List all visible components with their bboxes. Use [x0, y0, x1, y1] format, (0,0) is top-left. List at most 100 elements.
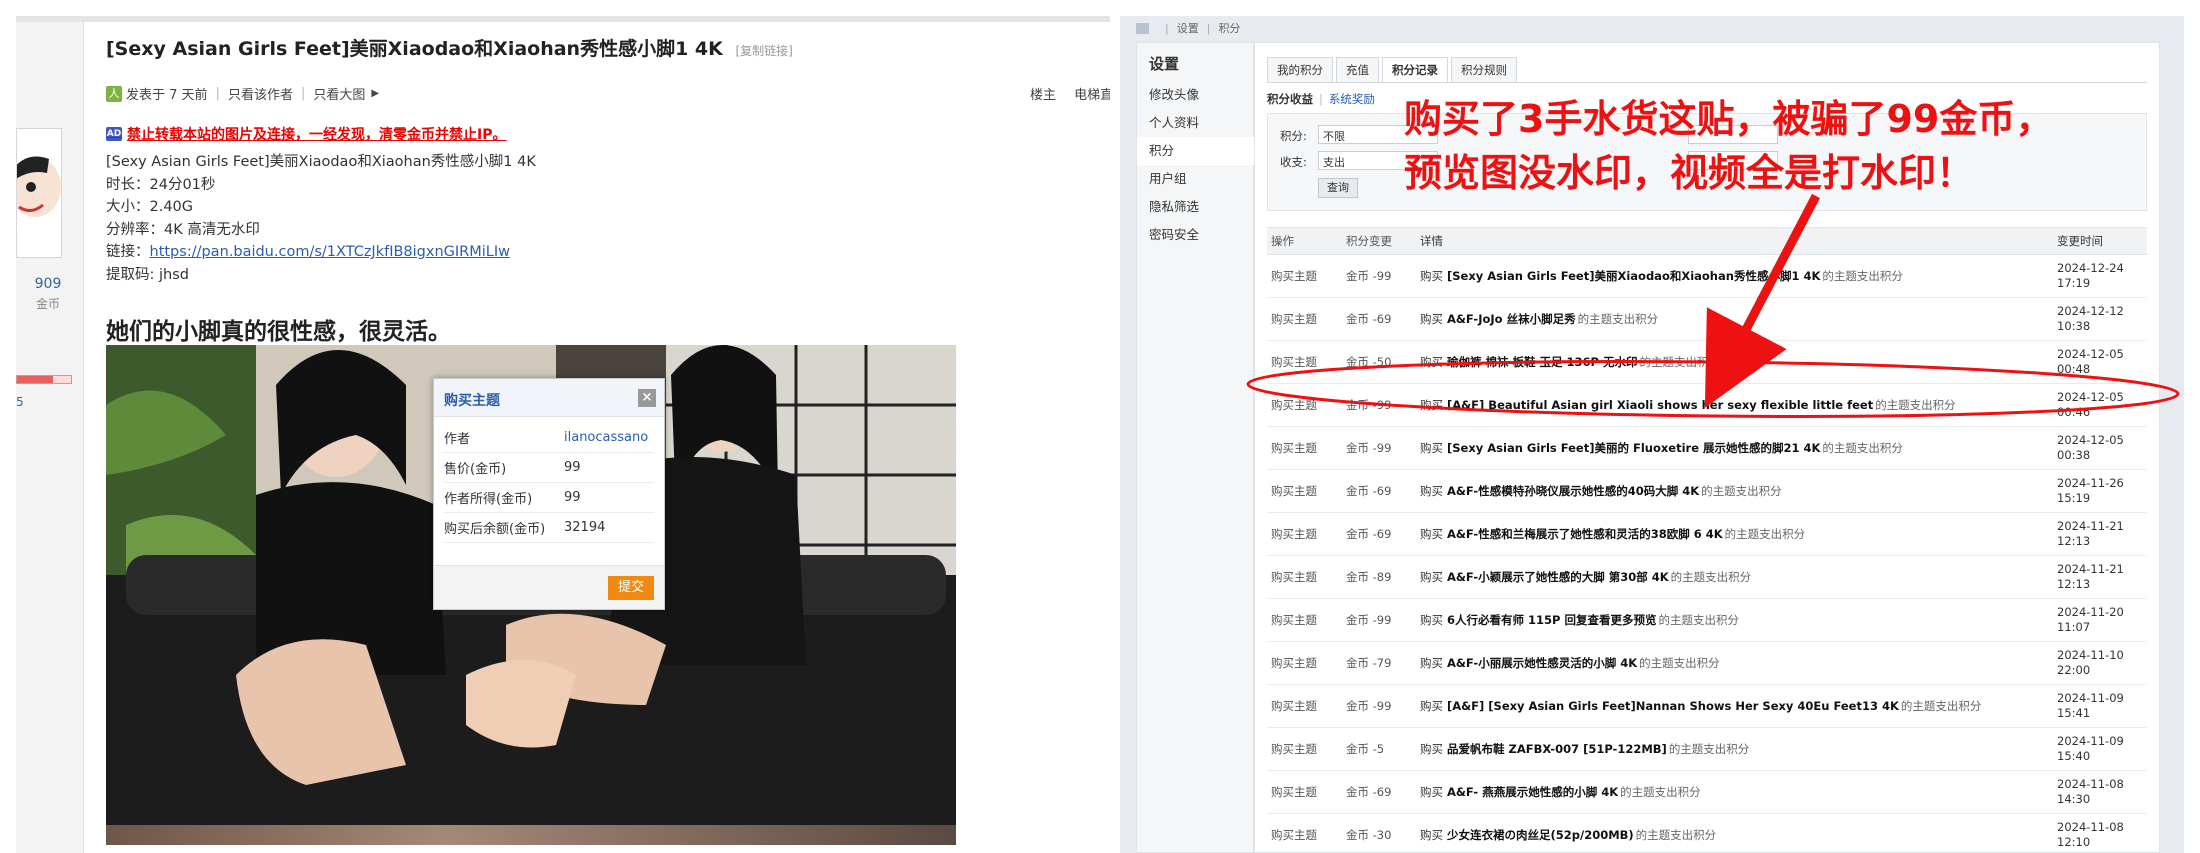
- row-date: 2024-11-08: [2057, 777, 2124, 791]
- thread-link[interactable]: 少女连衣裙の肉丝足(52p/200MB): [1447, 827, 1634, 843]
- row-time: 2024-11-08 12:10: [2057, 814, 2124, 853]
- row-clock: 12:13: [2057, 534, 2091, 548]
- table-row: 购买主题 金币 -99 购买 [Sexy Asian Girls Feet]美丽的 F…: [1267, 427, 2147, 470]
- elevator-link[interactable]: 电梯直: [1074, 88, 1110, 103]
- row-value: 99: [564, 460, 581, 475]
- post-meta: 人 发表于 7 天前 | 只看该作者 | 只看大图 ▶: [106, 84, 379, 103]
- thread-link[interactable]: A&F- 燕燕展示她性感的小脚 4K: [1447, 784, 1618, 800]
- row-change: 金币 -5: [1346, 742, 1385, 756]
- row-date: 2024-12-12: [2057, 304, 2124, 318]
- row-clock: 00:48: [2057, 362, 2091, 376]
- row-detail: 购买 [Sexy Asian Girls Feet]美丽Xiaodao和Xiaoh…: [1420, 255, 1903, 297]
- row-op: 购买主题: [1271, 355, 1317, 369]
- row-date: 2024-12-24: [2057, 261, 2124, 275]
- only-author-link[interactable]: 只看该作者: [228, 84, 293, 103]
- breadcrumb: | 设置 | 积分: [1136, 20, 1240, 36]
- header-change: 积分变更: [1346, 234, 1392, 248]
- code-line: 提取码: jhsd: [106, 266, 189, 283]
- query-button[interactable]: 查询: [1318, 178, 1358, 198]
- warning-text[interactable]: 禁止转载本站的图片及连接，一经发现，清零金币并禁止IP。: [127, 124, 506, 144]
- row-date: 2024-11-09: [2057, 734, 2124, 748]
- breadcrumb-item[interactable]: 积分: [1218, 20, 1240, 36]
- row-change: 金币 -99: [1346, 269, 1392, 283]
- sidebar-item-avatar[interactable]: 修改头像: [1137, 81, 1255, 109]
- home-icon[interactable]: [1136, 22, 1149, 34]
- detail-prefix: 购买: [1420, 527, 1443, 541]
- submit-button[interactable]: 提交: [608, 576, 654, 600]
- download-link[interactable]: https://pan.baidu.com/s/1XTCzJkfIB8igxnG…: [150, 244, 511, 260]
- row-time: 2024-11-10 22:00: [2057, 642, 2124, 684]
- row-value: 32194: [564, 520, 606, 535]
- thread-link[interactable]: A&F-性感和兰梅展示了她性感和灵活的38欧脚 6 4K: [1447, 526, 1723, 542]
- coin-count[interactable]: 909: [30, 274, 66, 294]
- thread-link[interactable]: [A&F] [Sexy Asian Girls Feet]Nannan Show…: [1447, 699, 1899, 713]
- row-change: 金币 -99: [1346, 699, 1392, 713]
- row-op: 购买主题: [1271, 269, 1317, 283]
- thread-link[interactable]: [A&F] Beautiful Asian girl Xiaoli shows …: [1447, 398, 1873, 412]
- thread-link[interactable]: 6人行必看有师 115P 回复查看更多预览: [1447, 612, 1656, 628]
- thread-link[interactable]: A&F-JoJo 丝袜小脚足秀: [1447, 311, 1576, 327]
- sidebar-item-privacy[interactable]: 隐私筛选: [1137, 193, 1255, 221]
- thread-title: [Sexy Asian Girls Feet]美丽Xiaodao和Xiaohan…: [106, 34, 793, 61]
- row-op: 购买主题: [1271, 656, 1317, 670]
- table-row: 购买主题 金币 -99 购买 [Sexy Asian Girls Feet]美丽Xia…: [1267, 255, 2147, 298]
- row-time: 2024-12-05 00:38: [2057, 427, 2124, 469]
- tab-recharge[interactable]: 充值: [1336, 57, 1379, 82]
- thread-link[interactable]: A&F-性感模特孙晓仪展示她性感的40码大脚 4K: [1447, 483, 1699, 499]
- row-detail: 购买 6人行必看有师 115P 回复查看更多预览 的主题支出积分: [1420, 599, 1739, 641]
- row-time: 2024-12-24 17:19: [2057, 255, 2124, 297]
- settings-sidebar: 设置 修改头像 个人资料 积分 用户组 隐私筛选 密码安全: [1136, 42, 1255, 853]
- row-change: 金币 -69: [1346, 484, 1392, 498]
- row-time: 2024-12-05 00:48: [2057, 341, 2124, 383]
- sidebar-item-profile[interactable]: 个人资料: [1137, 109, 1255, 137]
- row-date: 2024-11-21: [2057, 519, 2124, 533]
- score-fragment: 5: [16, 395, 24, 409]
- thread-link[interactable]: [Sexy Asian Girls Feet]美丽的 Fluoxetire 展示…: [1447, 440, 1820, 456]
- warning-notice: AD 禁止转载本站的图片及连接，一经发现，清零金币并禁止IP。: [106, 124, 506, 144]
- thread-link[interactable]: 品爱帆布鞋 ZAFBX-007 [51P-122MB]: [1447, 741, 1667, 757]
- row-date: 2024-11-09: [2057, 691, 2124, 705]
- tab-credit-rules[interactable]: 积分规则: [1451, 57, 1517, 82]
- only-big-image-link[interactable]: 只看大图: [313, 84, 365, 103]
- author-link[interactable]: ilanocassano: [564, 430, 648, 445]
- thread-link[interactable]: A&F-小颖展示了她性感的大脚 第30部 4K: [1447, 569, 1669, 585]
- header-time: 变更时间: [2057, 233, 2103, 248]
- row-clock: 11:07: [2057, 620, 2091, 634]
- close-icon[interactable]: ×: [638, 389, 656, 407]
- header-op: 操作: [1271, 234, 1294, 248]
- breadcrumb-item[interactable]: 设置: [1177, 20, 1199, 36]
- table-row: 购买主题 金币 -99 购买 [A&F] Beautiful Asian girl X…: [1267, 384, 2147, 427]
- row-op: 购买主题: [1271, 484, 1317, 498]
- body-line: 大小：2.40G: [106, 199, 194, 215]
- post-body: [Sexy Asian Girls Feet]美丽Xiaodao和Xiaohan…: [106, 151, 536, 286]
- link-label: 链接：: [106, 244, 150, 260]
- tab-my-credits[interactable]: 我的积分: [1267, 57, 1333, 82]
- row-detail: 购买 少女连衣裙の肉丝足(52p/200MB) 的主题支出积分: [1420, 814, 1716, 853]
- row-clock: 17:19: [2057, 276, 2091, 290]
- thread-link[interactable]: [Sexy Asian Girls Feet]美丽Xiaodao和Xiaohan…: [1447, 268, 1820, 284]
- table-header: 操作 积分变更 详情 变更时间: [1267, 227, 2147, 255]
- subtab-system-reward[interactable]: 系统奖励: [1329, 92, 1375, 106]
- avatar[interactable]: [16, 128, 62, 258]
- sidebar-item-credits[interactable]: 积分: [1137, 137, 1255, 165]
- copy-link[interactable]: [复制链接]: [736, 44, 793, 58]
- detail-prefix: 购买: [1420, 828, 1443, 842]
- row-change: 金币 -79: [1346, 656, 1392, 670]
- tab-credit-log[interactable]: 积分记录: [1382, 57, 1448, 82]
- progress-bar: [16, 375, 72, 384]
- annotation-line: 购买了3手水货这贴，被骗了99金币，: [1404, 97, 2054, 141]
- link-line: 链接：https://pan.baidu.com/s/1XTCzJkfIB8ig…: [106, 241, 536, 264]
- thread-link[interactable]: 瑜伽裤 棉袜 板鞋 玉足 136P 无水印: [1447, 354, 1637, 370]
- subtab-income[interactable]: 积分收益: [1267, 92, 1313, 106]
- floor-owner-label: 楼主: [1030, 88, 1057, 103]
- coin-label: 金币: [35, 297, 60, 311]
- credit-log-table: 操作 积分变更 详情 变更时间 购买主题 金币 -99 购买 [Sexy Asian …: [1267, 227, 2147, 853]
- row-time: 2024-11-08 14:30: [2057, 771, 2124, 813]
- row-clock: 22:00: [2057, 663, 2091, 677]
- sidebar-item-password[interactable]: 密码安全: [1137, 221, 1255, 249]
- row-time: 2024-11-26 15:19: [2057, 470, 2124, 512]
- sidebar-item-usergroup[interactable]: 用户组: [1137, 165, 1255, 193]
- user-coin-stat: 909 金币: [30, 274, 66, 314]
- thread-panel: 909 金币 5 [Sexy Asian Girls Feet]美丽Xiaoda…: [0, 0, 1110, 853]
- thread-link[interactable]: A&F-小丽展示她性感灵活的小脚 4K: [1447, 655, 1637, 671]
